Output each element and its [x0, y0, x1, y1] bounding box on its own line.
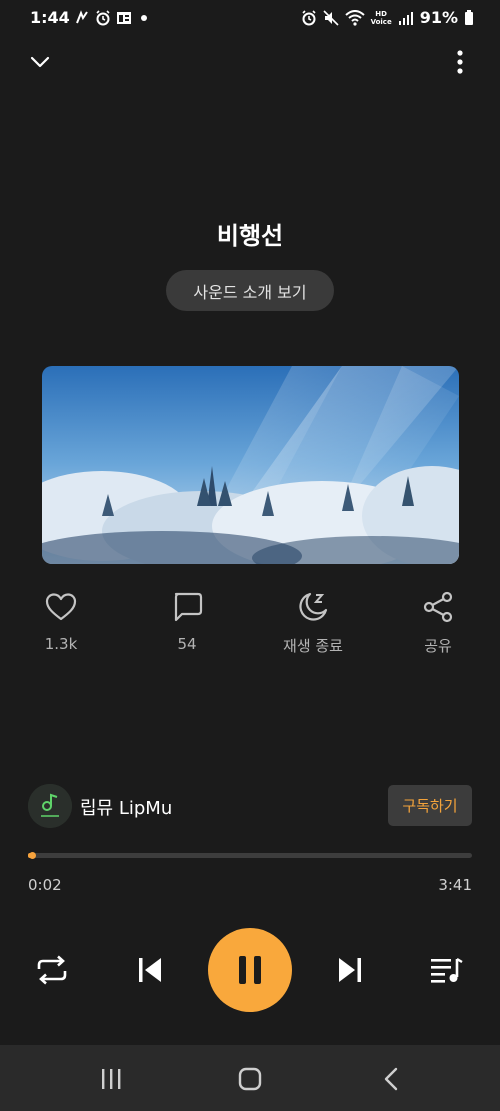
status-time: 1:44 [30, 8, 70, 27]
lipmu-logo-icon [28, 784, 72, 828]
alarm-icon [96, 10, 110, 26]
sleep-timer-icon [299, 592, 328, 621]
playback-controls [0, 928, 500, 1012]
hd-voice-badge: HD Voice [370, 9, 392, 26]
channel-row: 립뮤 LipMu 구독하기 [28, 784, 472, 828]
share-icon [423, 591, 453, 623]
status-right-icons: HD Voice 91% [301, 8, 474, 27]
sound-intro-button[interactable]: 사운드 소개 보기 [166, 270, 334, 311]
heart-icon [45, 593, 77, 621]
comment-button[interactable]: 54 [142, 590, 232, 653]
like-button[interactable]: 1.3k [16, 590, 106, 653]
subscribe-button[interactable]: 구독하기 [388, 785, 472, 826]
news-icon [117, 12, 131, 24]
progress-bar[interactable] [28, 852, 472, 859]
home-icon [238, 1067, 262, 1091]
home-button[interactable] [230, 1061, 270, 1097]
repeat-button[interactable] [32, 950, 72, 990]
battery-percent: 91% [419, 8, 458, 27]
sleep-timer-label: 재생 종료 [283, 637, 343, 655]
share-button[interactable]: 공유 [393, 590, 483, 656]
comment-count: 54 [177, 635, 197, 653]
share-label: 공유 [424, 637, 452, 655]
sleep-timer-button[interactable]: 재생 종료 [268, 590, 358, 656]
skip-next-icon [339, 958, 361, 982]
album-art-image [42, 366, 459, 564]
play-pause-button[interactable] [208, 928, 292, 1012]
comment-icon [174, 592, 203, 622]
next-button[interactable] [330, 950, 370, 990]
previous-button[interactable] [130, 950, 170, 990]
like-count: 1.3k [44, 635, 78, 653]
back-icon [384, 1067, 398, 1091]
chevron-down-icon [30, 56, 50, 68]
recent-apps-button[interactable] [91, 1061, 131, 1097]
more-vertical-icon [457, 50, 463, 74]
status-left-icons [74, 10, 151, 26]
skip-previous-icon [139, 958, 161, 982]
playlist-button[interactable] [426, 950, 466, 990]
playlist-icon [431, 957, 463, 983]
pause-icon [239, 956, 261, 984]
wave-icon [76, 10, 88, 24]
album-art [42, 366, 459, 564]
signal-icon [398, 11, 413, 25]
collapse-button[interactable] [24, 46, 56, 78]
track-title: 비행선 [216, 222, 284, 250]
back-button[interactable] [371, 1061, 411, 1097]
mute-icon [322, 9, 339, 26]
recent-apps-icon [102, 1069, 121, 1089]
progress-thumb[interactable] [28, 852, 36, 859]
more-options-button[interactable] [444, 46, 476, 78]
dot-icon [141, 15, 147, 21]
total-time: 3:41 [438, 876, 472, 894]
battery-icon [465, 9, 473, 25]
alarm-icon [301, 9, 316, 25]
channel-avatar[interactable] [28, 784, 72, 828]
channel-name[interactable]: 립뮤 LipMu [80, 794, 172, 820]
repeat-icon [37, 955, 67, 985]
system-nav-bar [0, 1045, 500, 1111]
action-row: 1.3k 54 재생 종료 공유 [0, 590, 500, 660]
current-time: 0:02 [28, 876, 62, 894]
wifi-icon [344, 9, 365, 26]
status-bar: 1:44 HD Voice 91% [0, 0, 500, 36]
